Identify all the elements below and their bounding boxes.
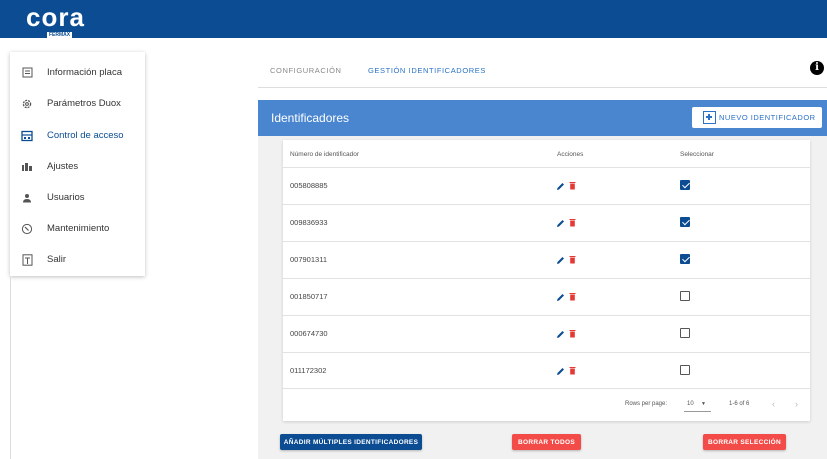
select-checkbox[interactable] (680, 254, 690, 264)
delete-icon[interactable] (569, 329, 576, 338)
left-border-line (10, 276, 11, 459)
select-checkbox[interactable] (680, 291, 690, 301)
sidebar-item-parametros-duox[interactable]: Parámetros Duox (10, 88, 145, 119)
identifier-number: 007901311 (290, 255, 327, 264)
panel-title: Identificadores (271, 111, 350, 125)
select-checkbox[interactable] (680, 180, 690, 190)
logo-subtext: FERMAX (47, 32, 73, 38)
table-row: 007901311 (283, 241, 810, 278)
user-icon (20, 191, 34, 205)
sidebar-item-usuarios[interactable]: Usuarios (10, 182, 145, 213)
delete-icon[interactable] (569, 181, 576, 190)
sidebar-item-label: Ajustes (47, 161, 79, 172)
add-box-icon (703, 111, 716, 124)
cora-logo: cora FERMAX (26, 2, 86, 38)
select-checkbox[interactable] (680, 217, 690, 227)
delete-icon[interactable] (569, 218, 576, 227)
select-checkbox[interactable] (680, 328, 690, 338)
edit-icon[interactable] (556, 182, 565, 191)
new-identifier-button[interactable]: NUEVO IDENTIFICADOR (692, 107, 822, 128)
sidebar-item-label: Información placa (47, 67, 122, 78)
sidebar-item-ajustes[interactable]: Ajustes (10, 151, 145, 182)
gear-icon (20, 97, 34, 111)
identifier-number: 005808885 (290, 181, 328, 190)
column-header-number: Número de identificador (290, 151, 360, 158)
sidebar-item-informacion-placa[interactable]: Información placa (10, 57, 145, 88)
sidebar-item-label: Parámetros Duox (47, 98, 121, 109)
delete-icon[interactable] (569, 366, 576, 375)
table-row: 009836933 (283, 204, 810, 241)
select-checkbox[interactable] (680, 365, 690, 375)
info-card-icon (20, 66, 34, 80)
tab-gestion-identificadores[interactable]: GESTIÓN IDENTIFICADORES (368, 66, 486, 75)
edit-icon[interactable] (556, 219, 565, 228)
maintenance-icon (20, 222, 34, 236)
panel-header: Identificadores NUEVO IDENTIFICADOR (258, 100, 827, 136)
table-row: 000674730 (283, 315, 810, 352)
tab-configuracion[interactable]: CONFIGURACIÓN (270, 66, 342, 75)
sidebar-item-salir[interactable]: Salir (10, 244, 145, 275)
sidebar-item-label: Salir (47, 254, 67, 265)
column-header-select: Seleccionar (680, 151, 714, 158)
edit-icon[interactable] (556, 293, 565, 302)
delete-selection-button[interactable]: BORRAR SELECCIÓN (703, 434, 786, 450)
sidebar: Información placa Parámetros Duox Contro… (10, 52, 145, 276)
identifier-number: 000674730 (290, 329, 328, 338)
edit-icon[interactable] (556, 367, 565, 376)
info-icon[interactable]: i (810, 61, 824, 75)
logo-text: cora (26, 2, 85, 32)
identifiers-panel: Identificadores NUEVO IDENTIFICADOR Núme… (258, 100, 827, 459)
sidebar-item-mantenimiento[interactable]: Mantenimiento (10, 213, 145, 244)
identifier-number: 009836933 (290, 218, 328, 227)
caret-down-icon[interactable]: ▼ (701, 401, 706, 407)
table-row: 005808885 (283, 167, 810, 204)
select-underline (684, 411, 711, 412)
exit-icon (20, 253, 34, 267)
chevron-left-icon[interactable]: ‹ (772, 399, 775, 409)
identifiers-table: Número de identificador Acciones Selecci… (283, 140, 810, 421)
settings-sliders-icon (20, 160, 34, 174)
rows-per-page-label: Rows per page: (625, 401, 668, 407)
sidebar-item-label: Usuarios (47, 192, 85, 203)
edit-icon[interactable] (556, 330, 565, 339)
delete-icon[interactable] (569, 255, 576, 264)
pagination-range: 1-6 of 6 (729, 401, 750, 407)
table-row: 011172302 (283, 352, 810, 389)
column-header-actions: Acciones (557, 151, 584, 158)
identifier-number: 001850717 (290, 292, 328, 301)
delete-icon[interactable] (569, 292, 576, 301)
edit-icon[interactable] (556, 256, 565, 265)
top-bar: cora FERMAX (0, 0, 827, 38)
tab-bar: CONFIGURACIÓN GESTIÓN IDENTIFICADORES (258, 54, 827, 88)
sidebar-item-control-de-acceso[interactable]: Control de acceso (10, 120, 145, 151)
add-multiple-identifiers-button[interactable]: AÑADIR MÚLTIPLES IDENTIFICADORES (280, 434, 422, 450)
table-pagination: Rows per page: 10 ▼ 1-6 of 6 ‹ › (283, 388, 810, 421)
table-row: 001850717 (283, 278, 810, 315)
sidebar-item-label: Mantenimiento (47, 223, 110, 234)
chevron-right-icon[interactable]: › (795, 399, 798, 409)
access-control-icon (20, 129, 34, 143)
identifier-number: 011172302 (290, 366, 327, 375)
new-identifier-label: NUEVO IDENTIFICADOR (719, 113, 816, 122)
sidebar-item-label: Control de acceso (47, 130, 124, 141)
rows-per-page-select[interactable]: 10 (687, 401, 694, 407)
delete-all-button[interactable]: BORRAR TODOS (512, 434, 581, 450)
